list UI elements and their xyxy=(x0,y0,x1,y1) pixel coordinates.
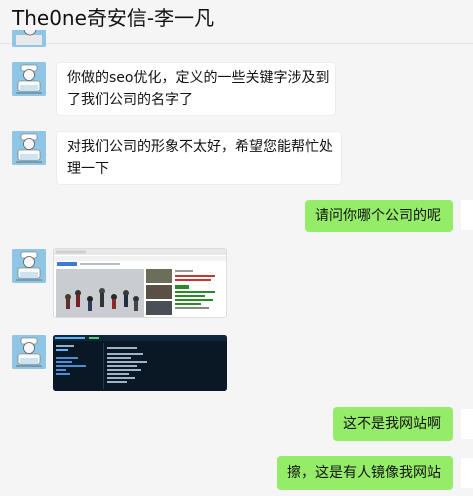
self-avatar[interactable] xyxy=(461,200,473,230)
image-message-terminal[interactable] xyxy=(53,335,227,391)
message-text: 你做的seo优化，定义的一些关键字涉及到 xyxy=(67,70,330,86)
self-avatar[interactable] xyxy=(461,458,473,488)
contact-avatar[interactable] xyxy=(12,62,46,96)
contact-avatar[interactable] xyxy=(12,335,46,369)
message-bubble[interactable]: 擦，这是有人镜像我网站 xyxy=(277,456,453,490)
message-bubble[interactable]: 这不是我网站啊 xyxy=(333,407,453,441)
contact-avatar[interactable] xyxy=(12,249,46,283)
message-bubble[interactable]: 你做的seo优化，定义的一些关键字涉及到 了我们公司的名字了 xyxy=(56,62,336,116)
website-screenshot-thumbnail xyxy=(54,249,226,317)
message-bubble[interactable]: 对我们公司的形象不太好，希望您能帮忙处 理一下 xyxy=(56,131,342,185)
chat-header: The0ne奇安信-李一凡 xyxy=(0,0,473,44)
terminal-screenshot-thumbnail xyxy=(53,335,227,391)
message-text: 请问你哪个公司的呢 xyxy=(315,208,441,224)
self-avatar[interactable] xyxy=(461,409,473,439)
message-text: 擦，这是有人镜像我网站 xyxy=(287,465,441,481)
message-text: 这不是我网站啊 xyxy=(343,416,441,432)
contact-avatar[interactable] xyxy=(12,131,46,165)
message-text: 了我们公司的名字了 xyxy=(67,92,193,108)
message-bubble[interactable]: 请问你哪个公司的呢 xyxy=(305,200,453,232)
message-text: 对我们公司的形象不太好，希望您能帮忙处 xyxy=(67,139,333,155)
message-text: 理一下 xyxy=(67,161,109,177)
chat-title: The0ne奇安信-李一凡 xyxy=(12,6,215,30)
image-message-website[interactable] xyxy=(53,248,227,318)
